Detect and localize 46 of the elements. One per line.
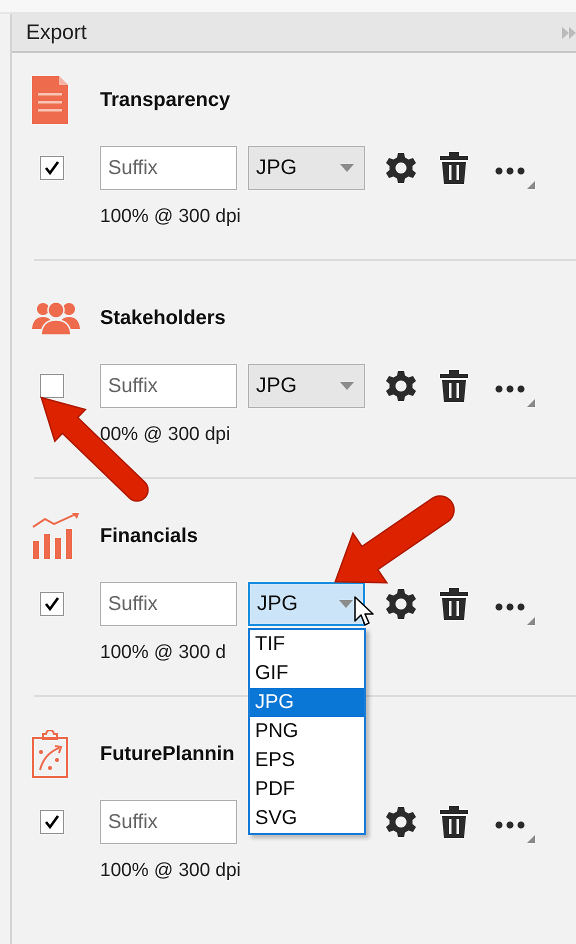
- section-title: Stakeholders: [100, 306, 226, 330]
- caret-icon: [339, 600, 353, 608]
- suffix-field[interactable]: Suffix: [100, 582, 237, 626]
- export-info: 100% @ 300 d: [100, 643, 226, 663]
- trash-icon[interactable]: [440, 588, 468, 620]
- checkbox[interactable]: [40, 810, 64, 834]
- settings-icon[interactable]: [385, 588, 417, 620]
- suffix-field[interactable]: Suffix: [100, 146, 237, 190]
- mouse-pointer-icon: [354, 596, 376, 628]
- trash-icon[interactable]: [440, 152, 468, 184]
- check-mark-icon: [44, 597, 60, 611]
- clipboard-icon: [32, 730, 68, 778]
- checkbox[interactable]: [40, 156, 64, 180]
- format-dropdown[interactable]: JPG: [248, 582, 365, 626]
- people-icon: [32, 301, 80, 335]
- export-info: 100% @ 300 dpi: [100, 861, 241, 881]
- trash-icon[interactable]: [440, 370, 468, 402]
- checkbox[interactable]: [40, 374, 64, 398]
- export-info: 100% @ 300 dpi: [100, 207, 241, 227]
- dropdown-option[interactable]: EPS: [250, 746, 364, 775]
- export-info: 00% @ 300 dpi: [100, 425, 230, 445]
- format-dropdown[interactable]: JPG: [248, 146, 365, 190]
- check-mark-icon: [44, 161, 60, 175]
- dropdown-option[interactable]: JPG: [250, 688, 364, 717]
- caret-icon: [340, 382, 354, 390]
- checkbox[interactable]: [40, 592, 64, 616]
- check-mark-icon: [44, 815, 60, 829]
- suffix-field[interactable]: Suffix: [100, 800, 237, 844]
- trash-icon[interactable]: [440, 806, 468, 838]
- dropdown-option[interactable]: GIF: [250, 659, 364, 688]
- suffix-field[interactable]: Suffix: [100, 364, 237, 408]
- dropdown-option[interactable]: TIF: [250, 630, 364, 659]
- section-title: Transparency: [100, 88, 230, 112]
- dropdown-option[interactable]: PDF: [250, 775, 364, 804]
- format-dropdown[interactable]: JPG: [248, 364, 365, 408]
- caret-icon: [340, 164, 354, 172]
- section-title: FuturePlannin: [100, 742, 234, 766]
- bar-chart-icon: [32, 513, 80, 559]
- panel-title: Export: [26, 20, 87, 44]
- settings-icon[interactable]: [385, 370, 417, 402]
- settings-icon[interactable]: [385, 806, 417, 838]
- document-icon: [32, 76, 68, 124]
- dropdown-option[interactable]: PNG: [250, 717, 364, 746]
- dropdown-option[interactable]: SVG: [250, 804, 364, 833]
- section-title: Financials: [100, 524, 198, 548]
- settings-icon[interactable]: [385, 152, 417, 184]
